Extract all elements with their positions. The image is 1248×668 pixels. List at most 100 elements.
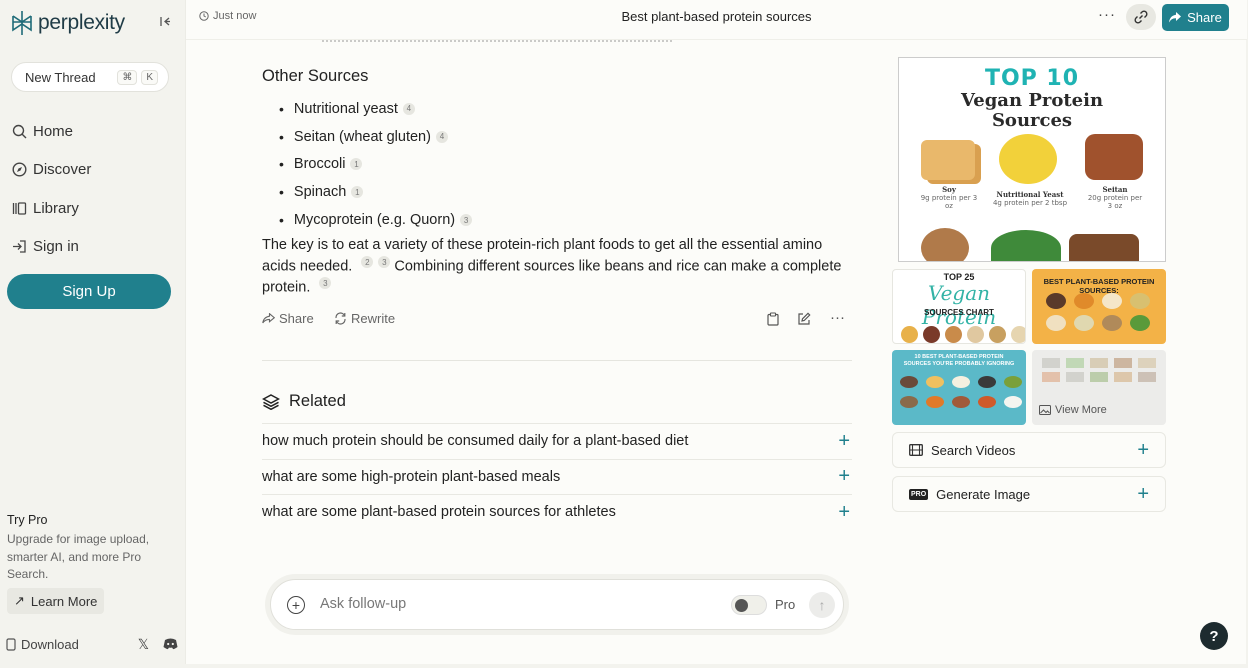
new-thread-label: New Thread: [25, 69, 96, 85]
sidebar-item-label: Sign in: [33, 238, 79, 256]
related-item-text: how much protein should be consumed dail…: [262, 433, 689, 450]
search-videos-label: Search Videos: [931, 442, 1016, 458]
share-label: Share: [279, 311, 314, 326]
image-subtitle-line: Vegan Protein: [960, 90, 1104, 111]
logo[interactable]: perplexity: [10, 10, 125, 36]
food-chart-grid: [1042, 358, 1158, 382]
sidebar-item-sign-in[interactable]: Sign in: [12, 228, 91, 267]
citation-badge[interactable]: 1: [351, 186, 364, 199]
sidebar-item-discover[interactable]: Discover: [12, 151, 91, 190]
video-icon: [909, 444, 923, 456]
try-pro-description: Upgrade for image upload, smarter AI, an…: [7, 532, 150, 581]
search-videos-button[interactable]: Search Videos +: [892, 432, 1166, 468]
perplexity-logo-icon: [12, 11, 32, 35]
related-list: how much protein should be consumed dail…: [262, 423, 852, 530]
image-result-thumb[interactable]: BEST PLANT-BASED PROTEIN SOURCES:: [1032, 269, 1166, 344]
answer-actions: Share Rewrite ···: [262, 309, 852, 329]
food-detail: 20g protein per 3 oz: [1087, 194, 1143, 210]
plus-icon: +: [838, 429, 850, 452]
sign-up-button[interactable]: Sign Up: [7, 274, 171, 309]
main-panel: Just now Best plant-based protein source…: [185, 0, 1247, 664]
citation-badge[interactable]: 4: [435, 130, 448, 143]
citation-badge[interactable]: 3: [319, 277, 332, 290]
more-options-icon[interactable]: ···: [830, 309, 845, 326]
list-item-text: Broccoli: [293, 156, 346, 173]
collapse-sidebar-icon[interactable]: [160, 16, 171, 30]
answer-paragraph: The key is to eat a variety of these pro…: [262, 235, 852, 299]
citation-badge[interactable]: 4: [402, 102, 415, 115]
view-more-link[interactable]: View More: [1039, 404, 1107, 416]
new-thread-button[interactable]: New Thread ⌘ K: [11, 62, 169, 92]
sidebar: perplexity New Thread ⌘ K Home Discover …: [0, 0, 184, 668]
plus-icon: +: [1137, 438, 1149, 461]
pro-toggle[interactable]: [731, 595, 767, 615]
search-icon: [12, 124, 27, 139]
image-result-thumb[interactable]: TOP 25 Vegan Protein SOURCES CHART: [892, 269, 1026, 344]
share-arrow-icon: [262, 313, 275, 324]
sidebar-footer: Download 𝕏: [6, 634, 178, 654]
image-result-main[interactable]: TOP 10 Vegan Protein Sources Soy 9g prote…: [898, 57, 1166, 262]
more-options-icon[interactable]: ···: [1098, 6, 1116, 23]
food-detail: 4g protein per 2 tbsp: [992, 199, 1068, 207]
citation-badge[interactable]: 3: [460, 214, 473, 227]
image-result-thumb[interactable]: 10 BEST PLANT-BASED PROTEIN SOURCES YOU'…: [892, 350, 1026, 425]
copy-link-button[interactable]: [1126, 4, 1156, 30]
list-item-text: Seitan (wheat gluten): [293, 128, 431, 145]
sidebar-item-label: Home: [33, 122, 74, 140]
thumb-text-line: Vegan Protein: [921, 281, 997, 329]
rewrite-icon: [335, 312, 346, 325]
image-subtitle-line: Sources: [991, 110, 1073, 131]
food-detail: 9g protein per 3 oz: [920, 194, 978, 210]
link-icon: [1134, 10, 1148, 24]
share-button[interactable]: Share: [1162, 4, 1229, 31]
share-arrow-icon: [1169, 12, 1182, 23]
divider: [262, 360, 852, 361]
related-item[interactable]: how much protein should be consumed dail…: [262, 423, 852, 459]
attach-plus-icon[interactable]: +: [287, 596, 305, 614]
sidebar-item-label: Discover: [33, 161, 92, 179]
ask-follow-up-input[interactable]: Ask follow-up: [320, 596, 406, 612]
shortcut-key-cmd: ⌘: [117, 69, 138, 85]
list-item: Mycoprotein (e.g. Quorn) 3: [279, 206, 473, 234]
sidebar-item-home[interactable]: Home: [12, 112, 91, 151]
logo-text: perplexity: [38, 11, 125, 34]
x-twitter-icon[interactable]: 𝕏: [138, 636, 149, 653]
seitan-image: [1085, 134, 1143, 180]
library-icon: [12, 202, 27, 215]
rewrite-label: Rewrite: [351, 311, 396, 326]
thumb-text-line: SOURCES CHART: [924, 308, 994, 317]
arrow-up-right-icon: ↗: [14, 593, 25, 608]
generate-image-button[interactable]: PRO Generate Image +: [892, 476, 1166, 512]
citation-badge[interactable]: 3: [378, 256, 391, 268]
rewrite-button[interactable]: Rewrite: [334, 311, 395, 326]
plus-icon: +: [838, 465, 850, 488]
copy-icon[interactable]: [767, 312, 779, 326]
try-pro-panel: Try Pro Upgrade for image upload, smarte…: [7, 513, 172, 584]
list-item-text: Mycoprotein (e.g. Quorn): [293, 212, 456, 229]
citation-badge[interactable]: 2: [361, 256, 374, 268]
related-item[interactable]: what are some plant-based protein source…: [262, 494, 852, 530]
edit-icon[interactable]: [797, 312, 811, 326]
pro-label: Pro: [775, 597, 796, 612]
related-item[interactable]: what are some high-protein plant-based m…: [262, 458, 852, 495]
nutritional-yeast-image: [999, 134, 1057, 184]
spinach-image: [991, 230, 1061, 261]
related-item-text: what are some plant-based protein source…: [262, 504, 616, 521]
citation-badge[interactable]: 1: [350, 158, 363, 171]
download-link[interactable]: Download: [21, 637, 79, 652]
food-label-yeast: Nutritional Yeast 4g protein per 2 tbsp: [987, 190, 1073, 208]
send-button[interactable]: ↑: [809, 592, 835, 618]
discord-icon[interactable]: [163, 638, 178, 650]
ask-follow-up-bar: + Ask follow-up Pro ↑: [270, 579, 844, 630]
help-button[interactable]: ?: [1200, 622, 1228, 650]
food-icons-row: [901, 326, 1025, 343]
food-label-soy: Soy 9g protein per 3 oz: [919, 185, 979, 211]
food-icons-grid: [900, 376, 1024, 408]
plus-icon: +: [1137, 482, 1149, 505]
sidebar-item-library[interactable]: Library: [12, 189, 91, 228]
learn-more-button[interactable]: ↗ Learn More: [7, 588, 105, 614]
answer-share-button[interactable]: Share: [262, 311, 314, 326]
layers-icon: [262, 393, 280, 410]
food-name: Nutritional Yeast: [996, 190, 1064, 199]
food-name: Soy: [942, 185, 956, 194]
